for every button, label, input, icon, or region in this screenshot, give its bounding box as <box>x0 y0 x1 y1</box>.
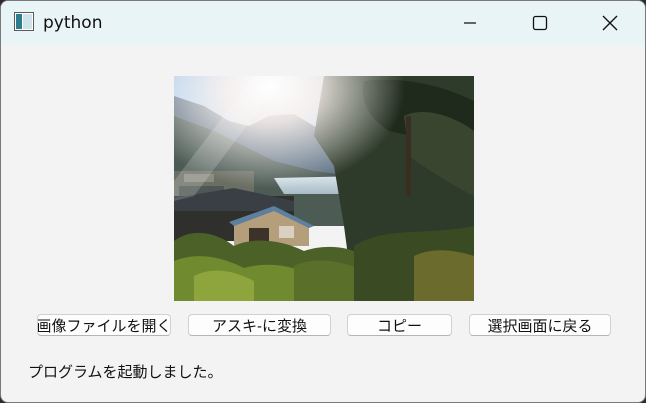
close-button[interactable] <box>575 1 645 45</box>
preview-image <box>174 76 474 301</box>
status-label: プログラムを起動しました。 <box>28 363 223 381</box>
copy-button[interactable]: コピー <box>347 314 452 336</box>
minimize-icon <box>464 22 476 24</box>
convert-ascii-button[interactable]: アスキ-に変換 <box>188 314 331 336</box>
open-image-button[interactable]: 画像ファイルを開く <box>37 314 171 336</box>
close-icon <box>602 15 618 31</box>
minimize-button[interactable] <box>435 1 505 45</box>
maximize-icon <box>532 15 548 31</box>
window-title: python <box>43 13 103 33</box>
app-window: python 画像ファイルを開く アスキ-に変換 コピー 選択画面に戻る プログ… <box>0 0 646 403</box>
back-to-select-button[interactable]: 選択画面に戻る <box>469 314 611 336</box>
maximize-button[interactable] <box>505 1 575 45</box>
app-window-icon <box>14 12 34 31</box>
title-bar[interactable]: python <box>1 1 645 45</box>
